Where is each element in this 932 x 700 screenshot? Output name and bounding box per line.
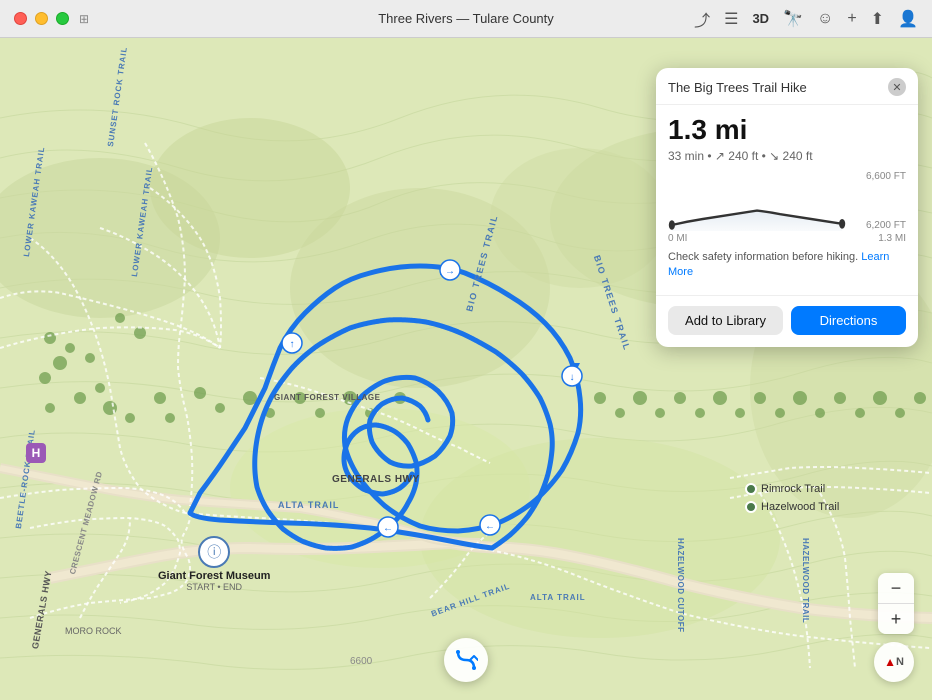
map-icon[interactable]: ☰ (724, 9, 738, 29)
elevation-labels: 6,600 FT 6,200 FT (866, 171, 906, 231)
face-icon[interactable]: ☺ (817, 10, 833, 28)
compass-n-label: N (896, 656, 904, 668)
rimrock-label: Rimrock Trail (761, 483, 825, 495)
distance-start: 0 MI (668, 233, 687, 244)
map-controls: − + ▲ N (874, 573, 914, 682)
elevation-svg (668, 171, 846, 231)
card-actions: Add to Library Directions (656, 295, 918, 347)
zoom-in-button[interactable]: + (878, 604, 914, 634)
zoom-controls: − + (878, 573, 914, 634)
distance-value: 1.3 mi (668, 115, 906, 146)
compass-label: ▲ (884, 655, 896, 669)
maximize-button[interactable] (56, 12, 69, 25)
account-icon[interactable]: 👤 (898, 9, 918, 29)
stats-row: 33 min • ↗ 240 ft • ↘ 240 ft (668, 149, 906, 163)
share-icon[interactable]: ⬆ (871, 9, 884, 29)
card-title: The Big Trees Trail Hike (668, 80, 807, 95)
card-body: 1.3 mi 33 min • ↗ 240 ft • ↘ 240 ft 6,60… (656, 105, 918, 291)
traffic-lights (14, 12, 69, 25)
card-header: The Big Trees Trail Hike ✕ (656, 68, 918, 105)
directions-toolbar-icon[interactable]: ⤴ (694, 7, 710, 31)
hazelwood-dot (745, 501, 757, 513)
minimize-button[interactable] (35, 12, 48, 25)
3d-button[interactable]: 3D (752, 11, 769, 26)
elevation-high: 6,600 FT (866, 171, 906, 182)
rimrock-trail-poi: Rimrock Trail (745, 483, 825, 495)
window-title: Three Rivers — Tulare County (378, 11, 554, 26)
info-card: The Big Trees Trail Hike ✕ 1.3 mi 33 min… (656, 68, 918, 347)
safety-info: Check safety information before hiking. … (668, 250, 906, 281)
directions-button[interactable]: Directions (791, 306, 906, 335)
route-icon (454, 648, 478, 672)
stats-text: 33 min • ↗ 240 ft • ↘ 240 ft (668, 149, 813, 163)
hazelwood-trail-poi: Hazelwood Trail (745, 501, 839, 513)
hazelwood-label: Hazelwood Trail (761, 501, 839, 513)
distance-end: 1.3 MI (878, 233, 906, 244)
binoculars-icon[interactable]: 🔭 (783, 9, 803, 29)
title-bar: ⊞ Three Rivers — Tulare County ⤴ ☰ 3D 🔭 … (0, 0, 932, 38)
map-container[interactable]: ↑ → ↓ ← ← BIO TREES TRAIL BIO TREES TRAI… (0, 38, 932, 700)
rimrock-dot (745, 483, 757, 495)
safety-text: Check safety information before hiking. (668, 251, 858, 263)
close-card-button[interactable]: ✕ (888, 78, 906, 96)
route-button[interactable] (444, 638, 488, 682)
add-icon[interactable]: + (847, 10, 856, 28)
toolbar-right: ⤴ ☰ 3D 🔭 ☺ + ⬆ 👤 (694, 7, 918, 31)
compass-button[interactable]: ▲ N (874, 642, 914, 682)
distance-labels: 0 MI 1.3 MI (668, 233, 906, 244)
add-to-library-button[interactable]: Add to Library (668, 306, 783, 335)
elevation-chart: 6,600 FT 6,200 FT (668, 171, 906, 231)
close-button[interactable] (14, 12, 27, 25)
elevation-low: 6,200 FT (866, 220, 906, 231)
hospital-icon: H (26, 443, 46, 463)
zoom-out-button[interactable]: − (878, 573, 914, 603)
window-icon: ⊞ (79, 12, 89, 26)
